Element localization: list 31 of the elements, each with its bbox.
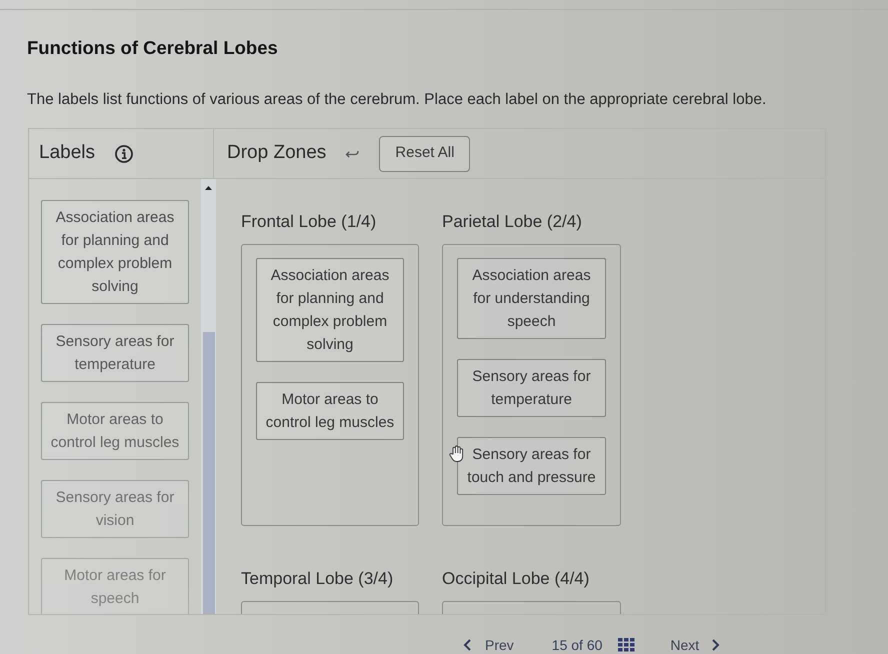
zone-title: Parietal Lobe (2/4) [442,211,582,232]
grid-icon[interactable] [618,638,636,652]
scroll-up-arrow-icon[interactable] [205,186,212,190]
chevron-left-icon [463,639,471,651]
placed-label-card[interactable]: Motor areas to control leg muscles [256,382,404,440]
scrollbar-track[interactable] [201,179,216,614]
zone-title: Occipital Lobe (4/4) [442,568,590,589]
zone-title: Frontal Lobe (1/4) [241,211,376,232]
next-button[interactable]: Next [670,637,720,653]
prev-button[interactable]: Prev [463,637,514,653]
drop-zone[interactable]: Association areas for planning and complex problem solving Motor areas to control leg muscles [241,244,419,526]
reset-all-button[interactable]: Reset All [379,136,470,172]
drop-zones-heading: Drop Zones [227,141,326,166]
instructions-text: The labels list functions of various areas of the cerebrum. Place each label on the appropriate cerebral lobe. [27,90,766,110]
drop-zone[interactable]: Association areas for understanding speech Sensory areas for temperature Sensory areas for touch and pressure [442,244,621,526]
placed-label-card[interactable]: Sensory areas for temperature [457,359,606,417]
left-arrow-icon[interactable] [345,150,360,158]
labels-heading: Labels [39,141,95,166]
chevron-right-icon [712,639,720,651]
placed-label-card[interactable]: Association areas for understanding speech [457,258,606,339]
info-icon[interactable] [115,144,133,162]
placed-label-card[interactable]: Sensory areas for touch and pressure [457,437,606,495]
label-card[interactable]: Motor areas to control leg muscles [41,402,189,460]
placed-label-card[interactable]: Association areas for planning and complex problem solving [256,258,404,362]
label-card[interactable]: Sensory areas for temperature [41,324,189,382]
page-title: Functions of Cerebral Lobes [27,37,278,59]
question-position: 15 of 60 [552,637,602,653]
label-card[interactable]: Association areas for planning and complex problem solving [41,200,189,304]
hand-cursor-icon [449,445,464,462]
zone-title: Temporal Lobe (3/4) [241,568,394,589]
scrollbar-thumb[interactable] [202,332,214,614]
